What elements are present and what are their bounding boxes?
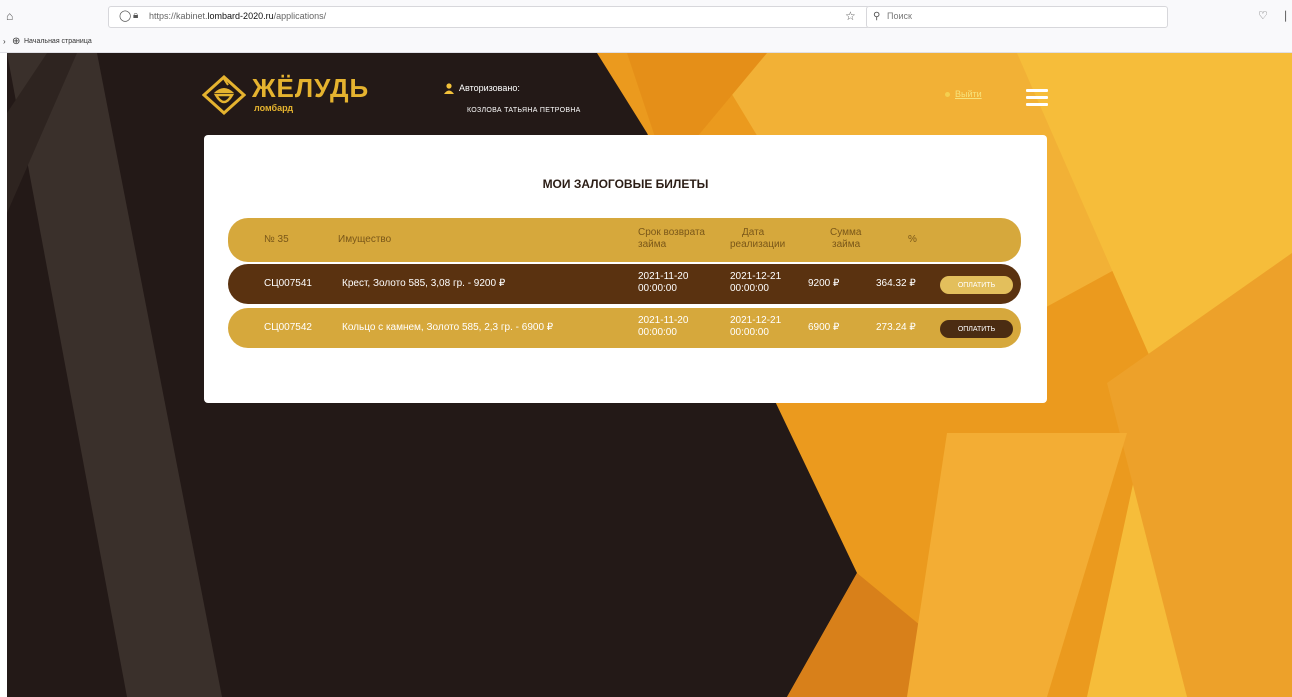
table-header: № 35 Имущество Срок возврата займа Дата … bbox=[228, 218, 1021, 262]
chevron-right-icon[interactable]: › bbox=[3, 37, 6, 46]
address-bar[interactable]: ◯ 🔒︎ https://kabinet.lombard-2020.ru/app… bbox=[108, 6, 870, 28]
bookmark-start-page[interactable]: Начальная страница bbox=[24, 38, 92, 45]
ticket-percent: 364.32 ₽ bbox=[876, 278, 916, 289]
bookmarks-bar: › ⊕ Начальная страница bbox=[0, 34, 1292, 52]
ticket-return-time: 00:00:00 bbox=[638, 327, 677, 338]
search-bar[interactable]: ⚲ Поиск bbox=[866, 6, 1168, 28]
logout-label: Выйти bbox=[955, 89, 982, 99]
table-row[interactable]: СЦ007542 Кольцо с камнем, Золото 585, 2,… bbox=[228, 308, 1021, 348]
star-icon[interactable]: ☆ bbox=[845, 9, 856, 23]
column-sale-line1: Дата bbox=[742, 227, 765, 238]
auth-label: Авторизовано: bbox=[459, 83, 520, 93]
hamburger-icon[interactable] bbox=[1026, 89, 1048, 107]
pay-button[interactable]: ОПЛАТИТЬ bbox=[940, 276, 1013, 294]
column-percent: % bbox=[908, 234, 917, 245]
brand-name: ЖЁЛУДЬ bbox=[252, 73, 370, 103]
browser-toolbar: ⌂ ◯ 🔒︎ https://kabinet.lombard-2020.ru/a… bbox=[0, 0, 1292, 34]
ticket-return-date: 2021-11-20 bbox=[638, 315, 689, 326]
url-path: /applications/ bbox=[273, 11, 327, 21]
ticket-sale-date: 2021-12-21 bbox=[730, 315, 782, 326]
url-host: lombard-2020.ru bbox=[207, 11, 274, 21]
library-icon[interactable]: ❘ bbox=[1281, 9, 1290, 23]
brand-subtitle: ломбард bbox=[254, 103, 294, 113]
ticket-return-time: 00:00:00 bbox=[638, 283, 677, 294]
search-icon: ⚲ bbox=[873, 11, 881, 22]
pocket-icon[interactable]: ♡ bbox=[1258, 9, 1268, 23]
url-text[interactable]: https://kabinet.lombard-2020.ru/applicat… bbox=[149, 11, 326, 21]
ticket-percent: 273.24 ₽ bbox=[876, 322, 916, 333]
column-number: № 35 bbox=[264, 234, 289, 245]
search-placeholder: Поиск bbox=[887, 11, 912, 21]
ticket-sale-time: 00:00:00 bbox=[730, 327, 769, 338]
browser-chrome: ⌂ ◯ 🔒︎ https://kabinet.lombard-2020.ru/a… bbox=[0, 0, 1292, 53]
page-title: МОИ ЗАЛОГОВЫЕ БИЛЕТЫ bbox=[542, 177, 709, 191]
url-prefix: https://kabinet. bbox=[149, 11, 208, 21]
globe-icon: ⊕ bbox=[12, 36, 21, 47]
column-property: Имущество bbox=[338, 234, 392, 245]
page: ЖЁЛУДЬ ломбард Авторизовано: КОЗЛОВА ТАТ… bbox=[7, 53, 1292, 697]
ticket-return-date: 2021-11-20 bbox=[638, 271, 689, 282]
ticket-id: СЦ007541 bbox=[264, 278, 312, 289]
home-icon[interactable]: ⌂ bbox=[6, 9, 13, 23]
logout-link[interactable]: Выйти bbox=[945, 89, 982, 99]
user-icon bbox=[444, 83, 454, 94]
acorn-logo-icon bbox=[202, 75, 246, 115]
column-sale-line2: реализации bbox=[730, 239, 786, 250]
ticket-property: Крест, Золото 585, 3,08 гр. - 9200 ₽ bbox=[342, 278, 506, 289]
ticket-sale-time: 00:00:00 bbox=[730, 283, 769, 294]
lock-icon[interactable]: 🔒︎ bbox=[133, 9, 138, 23]
table-row[interactable]: СЦ007541 Крест, Золото 585, 3,08 гр. - 9… bbox=[228, 264, 1021, 304]
column-sum-line2: займа bbox=[832, 239, 861, 250]
ticket-id: СЦ007542 bbox=[264, 322, 312, 333]
tickets-card: МОИ ЗАЛОГОВЫЕ БИЛЕТЫ № 35 Имущество Срок… bbox=[204, 135, 1047, 403]
logout-dot-icon bbox=[945, 92, 950, 97]
ticket-sum: 6900 ₽ bbox=[808, 322, 840, 333]
ticket-sum: 9200 ₽ bbox=[808, 278, 840, 289]
shield-icon[interactable]: ◯ bbox=[119, 9, 131, 23]
column-sum-line1: Сумма bbox=[830, 227, 862, 238]
ticket-property: Кольцо с камнем, Золото 585, 2,3 гр. - 6… bbox=[342, 322, 554, 333]
user-name: КОЗЛОВА ТАТЬЯНА ПЕТРОВНА bbox=[467, 107, 581, 114]
column-return-line1: Срок возврата bbox=[638, 227, 705, 238]
column-return-line2: займа bbox=[638, 239, 667, 250]
pay-button[interactable]: ОПЛАТИТЬ bbox=[940, 320, 1013, 338]
ticket-sale-date: 2021-12-21 bbox=[730, 271, 782, 282]
